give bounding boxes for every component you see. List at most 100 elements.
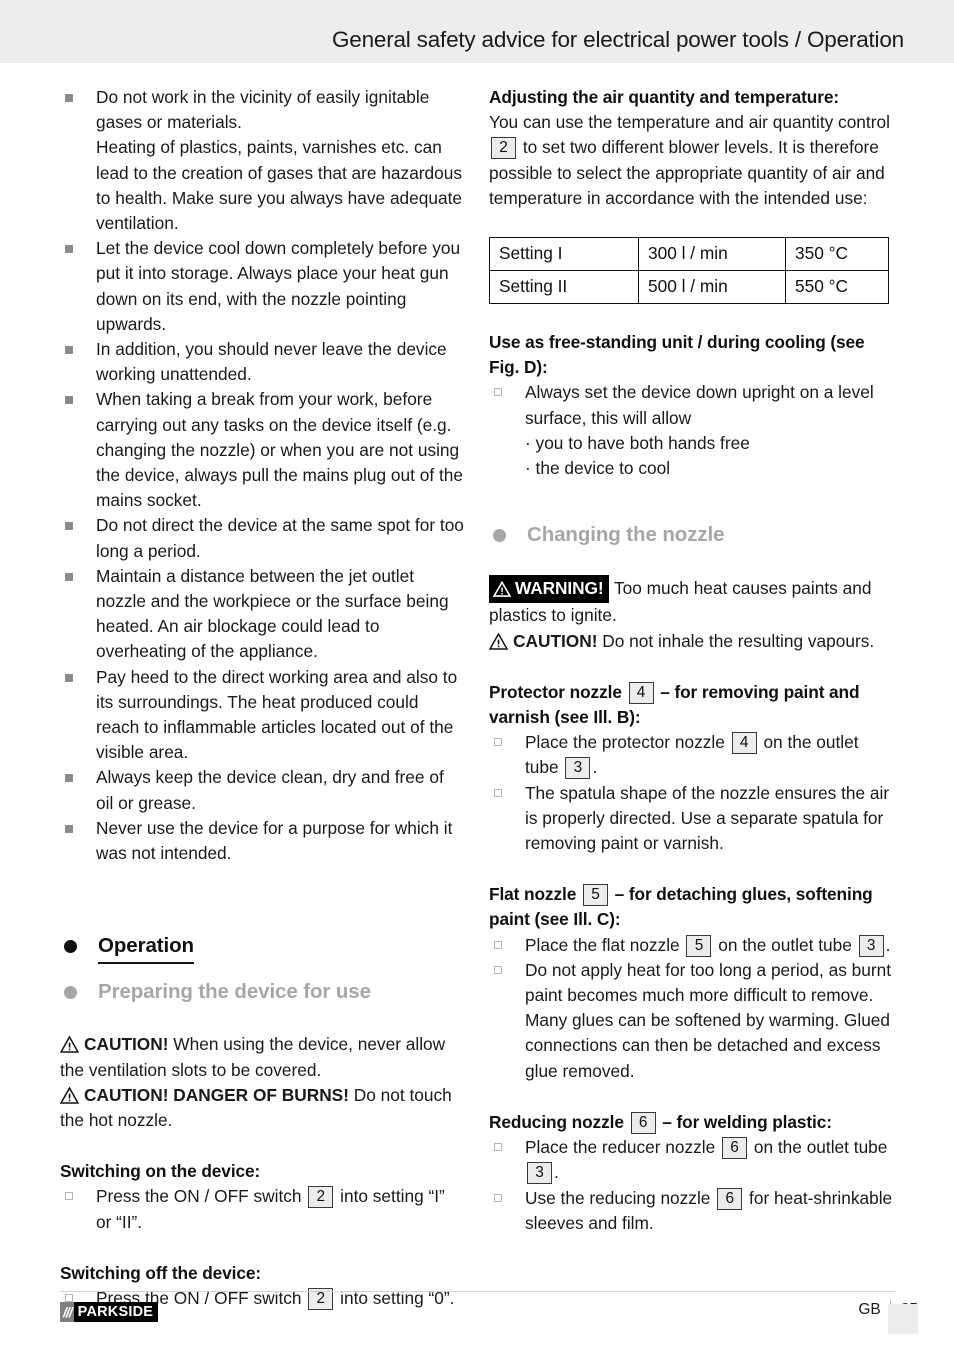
freestanding-sub-item: · the device to cool — [525, 458, 671, 479]
part-reference-box: 4 — [731, 732, 757, 755]
square-bullet-icon — [65, 522, 73, 531]
freestanding-sub-item: · you to have both hands free — [525, 432, 750, 453]
square-bullet-icon — [65, 673, 73, 682]
table-cell-airflow: 500 l / min — [638, 270, 786, 305]
list-item: Maintain a distance between the jet outl… — [60, 564, 464, 665]
list-item: In addition, you should never leave the … — [60, 337, 464, 387]
section-heading-label: Changing the nozzle — [527, 523, 725, 547]
warning-triangle-icon — [492, 579, 512, 598]
protector-heading-a: Protector nozzle — [489, 681, 622, 702]
flat-nozzle-list: Place the flat nozzle 5 on the outlet tu… — [489, 933, 893, 1084]
switching-on-list: Press the ON / OFF switch 2 into setting… — [60, 1184, 464, 1234]
warning-badge: WARNING! — [489, 575, 610, 604]
list-item: Always keep the device clean, dry and fr… — [60, 765, 464, 815]
heading-adjusting-air: Adjusting the air quantity and temperatu… — [489, 87, 839, 107]
table-cell-airflow: 300 l / min — [638, 237, 786, 272]
list-item: Use the reducing nozzle 6 for heat-shrin… — [489, 1186, 893, 1236]
hollow-square-bullet-icon — [494, 965, 502, 974]
heading-switching-on: Switching on the device: — [60, 1161, 261, 1182]
warning-label: WARNING! — [515, 578, 604, 599]
table-cell-temperature: 550 °C — [785, 270, 889, 305]
square-bullet-icon — [65, 396, 73, 405]
section-heading-label: Operation — [98, 932, 194, 965]
table-row: Setting I 300 l / min 350 °C — [489, 237, 889, 272]
list-item: Pay heed to the direct working area and … — [60, 665, 464, 766]
list-item: Place the protector nozzle 4 on the outl… — [489, 730, 893, 780]
instruction-text-c: . — [554, 1162, 559, 1183]
hollow-square-bullet-icon — [494, 1143, 502, 1152]
list-item: Press the ON / OFF switch 2 into setting… — [60, 1184, 464, 1234]
instruction-text-a: Use the reducing nozzle — [525, 1187, 711, 1208]
page-title: General safety advice for electrical pow… — [331, 27, 904, 52]
part-reference-box: 5 — [582, 884, 608, 907]
instruction-text-b: on the outlet tube — [718, 934, 852, 955]
list-item: Let the device cool down completely befo… — [60, 236, 464, 337]
square-bullet-icon — [65, 245, 73, 254]
square-bullet-icon — [65, 824, 73, 833]
logo-slashes-icon: /// — [60, 1302, 74, 1322]
heading-switching-off: Switching off the device: — [60, 1262, 262, 1283]
table-row: Setting II 500 l / min 550 °C — [489, 270, 889, 305]
list-item: When taking a break from your work, befo… — [60, 387, 464, 513]
list-item-text: Always set the device down upright on a … — [525, 382, 874, 478]
caution-burns: CAUTION! DANGER OF BURNS! Do not touch t… — [59, 1083, 464, 1133]
bullet-dot-icon — [64, 986, 77, 1000]
hollow-square-bullet-icon — [494, 1193, 502, 1202]
adjusting-air-paragraph: You can use the temperature and air quan… — [489, 110, 893, 211]
safety-bullet-list: Do not work in the vicinity of easily ig… — [60, 85, 464, 866]
hollow-square-bullet-icon — [494, 788, 502, 797]
list-item-text: Pay heed to the direct working area and … — [96, 666, 458, 763]
free-standing-list: Always set the device down upright on a … — [489, 380, 893, 481]
part-reference-box: 3 — [527, 1162, 552, 1185]
instruction-text-a: Place the flat nozzle — [525, 934, 680, 955]
caution-label: CAUTION! DANGER OF BURNS! — [84, 1084, 349, 1105]
part-reference-box: 2 — [491, 137, 516, 160]
warning-triangle-icon — [59, 1035, 80, 1054]
instruction-text-a: Place the reducer nozzle — [525, 1137, 716, 1158]
caution-text: Do not inhale the resulting vapours. — [597, 630, 875, 651]
footer-divider — [60, 1291, 895, 1292]
list-item: The spatula shape of the nozzle ensures … — [489, 781, 893, 857]
square-bullet-icon — [65, 572, 73, 581]
list-item-text: Never use the device for a purpose for w… — [96, 817, 453, 864]
adjust-text-a: You can use the temperature and air quan… — [489, 112, 890, 133]
list-item-text: Do not direct the device at the same spo… — [96, 515, 464, 561]
hollow-square-bullet-icon — [65, 1192, 73, 1201]
warning-triangle-icon — [59, 1086, 80, 1104]
list-item-text: Place the flat nozzle 5 on the outlet tu… — [525, 934, 890, 957]
list-item-text: Maintain a distance between the jet outl… — [96, 565, 449, 662]
bullet-dot-icon — [64, 940, 77, 954]
page-corner-block — [888, 1304, 918, 1334]
part-reference-box: 6 — [630, 1111, 656, 1134]
section-heading-changing-nozzle: Changing the nozzle — [489, 521, 893, 549]
caution-label: CAUTION! — [513, 630, 598, 651]
instruction-text-a: Press the ON / OFF switch — [96, 1186, 302, 1207]
list-item-text: Press the ON / OFF switch 2 into setting… — [96, 1186, 445, 1232]
bullet-dot-icon — [493, 529, 506, 543]
hollow-square-bullet-icon — [494, 940, 502, 949]
caution-label: CAUTION! — [84, 1034, 169, 1055]
reducing-nozzle-list: Place the reducer nozzle 6 on the outlet… — [489, 1135, 893, 1236]
table-cell-setting: Setting I — [489, 237, 639, 272]
hollow-square-bullet-icon — [494, 738, 502, 747]
page-footer: /// PARKSIDE GB 25 — [0, 1291, 954, 1354]
logo-wordmark: PARKSIDE — [73, 1302, 159, 1322]
left-column: Do not work in the vicinity of easily ig… — [59, 85, 464, 1311]
hollow-square-bullet-icon — [494, 388, 502, 397]
section-heading-operation: Operation — [60, 932, 464, 965]
list-item: Place the reducer nozzle 6 on the outlet… — [489, 1135, 893, 1185]
section-heading-preparing: Preparing the device for use — [60, 978, 464, 1006]
table-cell-temperature: 350 °C — [785, 237, 889, 272]
locale-label: GB — [858, 1300, 881, 1318]
instruction-text-b: on the outlet tube — [753, 1137, 888, 1158]
reducing-heading-a: Reducing nozzle — [489, 1111, 624, 1132]
list-item-text: Use the reducing nozzle 6 for heat-shrin… — [525, 1187, 892, 1233]
